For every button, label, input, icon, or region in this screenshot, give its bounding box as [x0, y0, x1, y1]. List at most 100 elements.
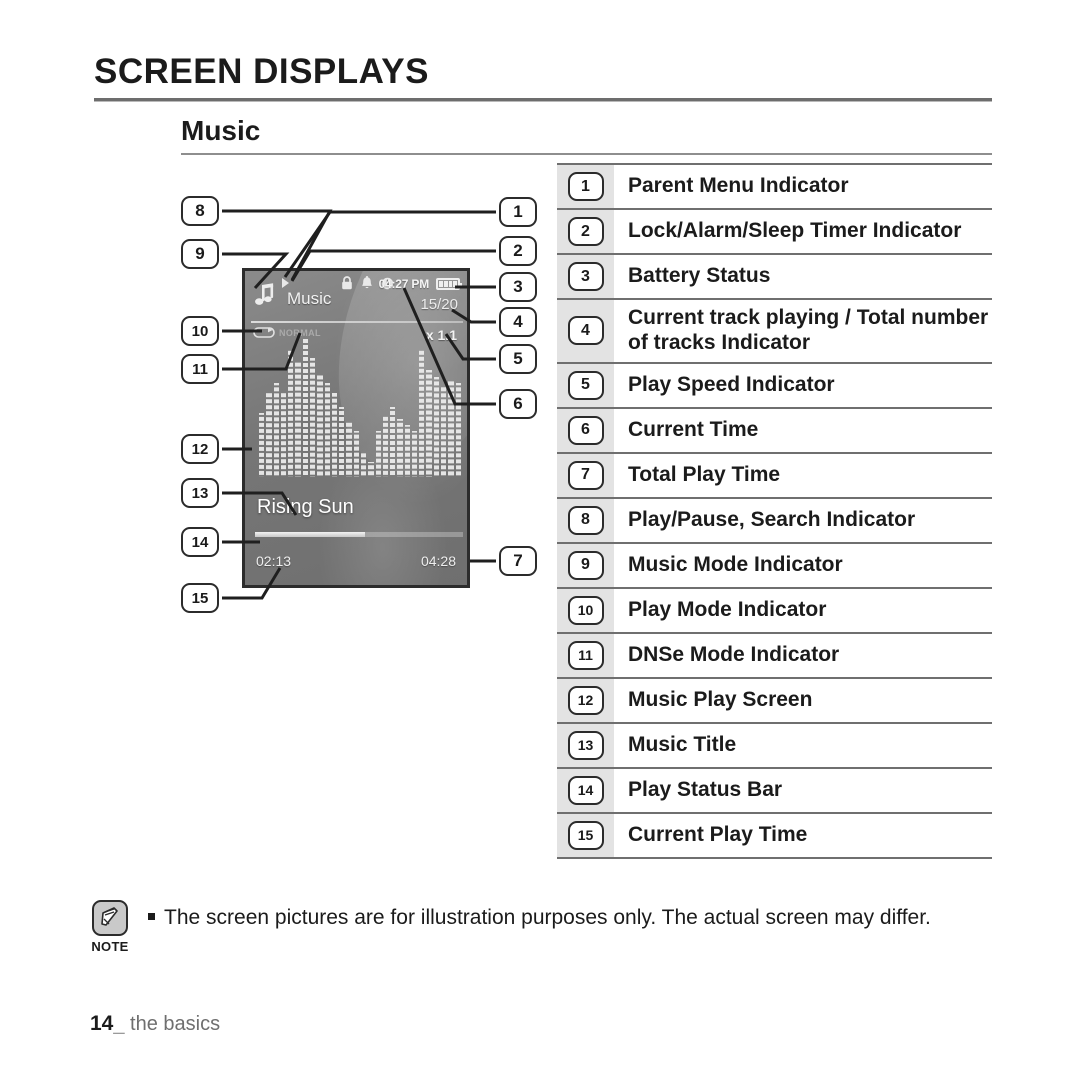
spectrum-bar	[317, 373, 323, 477]
callout-13: 13	[181, 478, 219, 508]
legend-badge-7: 7	[567, 460, 604, 490]
legend-number-cell: 1	[557, 165, 614, 208]
legend-label-7: Total Play Time	[628, 462, 781, 486]
legend-table: 1 Parent Menu Indicator 2 Lock/Alarm/Sleep …	[557, 163, 992, 859]
manual-page: SCREEN DISPLAYS Music Music 04:27 PM 15/…	[0, 0, 1080, 1080]
legend-number-cell: 12	[557, 678, 614, 722]
callout-5: 5	[499, 344, 537, 374]
legend-row: 7 Total Play Time	[557, 453, 992, 499]
current-time-display: 04:27 PM	[378, 277, 430, 291]
callout-12: 12	[181, 434, 219, 464]
legend-badge-14: 14	[567, 775, 604, 805]
callout-15: 15	[181, 583, 219, 613]
callout-2: 2	[499, 236, 537, 266]
legend-badge-9: 9	[567, 550, 604, 580]
battery-full-icon	[436, 278, 462, 290]
callout-6: 6	[499, 389, 537, 419]
legend-row: 11 DNSe Mode Indicator	[557, 633, 992, 679]
music-play-screen: Music 04:27 PM 15/20 x 1.1 NORMAL Rising…	[242, 268, 470, 588]
footer-separator: _	[113, 1013, 125, 1035]
legend-number-cell: 8	[557, 498, 614, 542]
legend-badge-1: 1	[567, 172, 604, 201]
spectrum-bar	[324, 382, 330, 477]
legend-label-13: Music Title	[628, 732, 737, 756]
footer-page-number: 14	[90, 1012, 114, 1035]
legend-row: 1 Parent Menu Indicator	[557, 165, 992, 210]
legend-badge-6: 6	[567, 415, 604, 445]
legend-badge-10: 10	[567, 595, 604, 625]
legend-number-cell: 15	[557, 813, 614, 857]
legend-badge-2: 2	[567, 217, 604, 246]
legend-badge-4: 4	[567, 316, 604, 346]
spectrum-bar	[339, 407, 345, 477]
legend-label-4: Current track playing / Total number of …	[628, 306, 989, 354]
legend-badge-12: 12	[567, 685, 604, 715]
play-mode-label: NORMAL	[279, 327, 321, 338]
legend-number-cell: 10	[557, 588, 614, 632]
spectrum-bar	[397, 419, 403, 477]
legend-row: 12 Music Play Screen	[557, 678, 992, 724]
legend-row: 15 Current Play Time	[557, 813, 992, 859]
legend-row: 4 Current track playing / Total number of…	[557, 300, 992, 364]
callout-7: 7	[499, 546, 537, 576]
callout-8: 8	[181, 196, 219, 226]
lock-icon	[342, 276, 352, 290]
spectrum-bar	[426, 370, 432, 477]
spectrum-bar	[302, 337, 308, 477]
spectrum-bar	[382, 416, 389, 477]
legend-number-cell: 6	[557, 408, 614, 452]
callout-9: 9	[181, 239, 219, 269]
spectrum-bar	[259, 413, 265, 477]
legend-label-8: Play/Pause, Search Indicator	[628, 507, 916, 531]
music-title: Rising Sun	[257, 496, 354, 518]
legend-number-cell: 4	[557, 300, 614, 362]
spectrum-bar	[346, 422, 352, 477]
note-pencil-icon	[92, 900, 128, 936]
legend-badge-8: 8	[567, 505, 604, 535]
callout-4: 4	[499, 307, 537, 337]
legend-number-cell: 5	[557, 363, 614, 407]
screen-header-divider	[251, 321, 463, 323]
spectrum-bar	[353, 431, 359, 477]
title-divider-thin	[94, 101, 992, 102]
legend-row: 2 Lock/Alarm/Sleep Timer Indicator	[557, 210, 992, 255]
legend-label-6: Current Time	[628, 417, 759, 441]
spectrum-bar	[375, 431, 381, 477]
callout-3: 3	[499, 272, 537, 302]
legend-row: 14 Play Status Bar	[557, 768, 992, 814]
legend-row: 6 Current Time	[557, 408, 992, 454]
spectrum-visualizer	[259, 337, 461, 477]
spectrum-bar	[331, 393, 338, 477]
footer-section-name: the basics	[130, 1013, 221, 1035]
spectrum-bar	[441, 385, 447, 477]
callout-10: 10	[181, 316, 219, 346]
legend-number-cell: 11	[557, 633, 614, 677]
spectrum-bar	[411, 431, 418, 477]
legend-label-15: Current Play Time	[628, 822, 808, 846]
alarm-bell-icon	[362, 276, 372, 289]
note-icon-block: NOTE	[90, 900, 130, 954]
legend-badge-15: 15	[567, 820, 604, 850]
legend-label-3: Battery Status	[628, 264, 771, 288]
spectrum-bar	[455, 382, 461, 477]
page-title: SCREEN DISPLAYS	[94, 52, 429, 91]
spectrum-bar	[280, 391, 287, 477]
legend-row: 9 Music Mode Indicator	[557, 543, 992, 589]
legend-label-2: Lock/Alarm/Sleep Timer Indicator	[628, 219, 962, 243]
legend-label-14: Play Status Bar	[628, 777, 783, 801]
section-title: Music	[181, 115, 261, 146]
play-status-bar[interactable]	[255, 532, 463, 537]
spectrum-bar	[448, 379, 454, 477]
legend-label-12: Music Play Screen	[628, 687, 813, 711]
track-count-indicator: 15/20	[420, 296, 458, 313]
legend-number-cell: 9	[557, 543, 614, 587]
legend-label-11: DNSe Mode Indicator	[628, 642, 840, 666]
spectrum-bar	[404, 425, 410, 477]
callout-11: 11	[181, 354, 219, 384]
callout-1: 1	[499, 197, 537, 227]
total-play-time: 04:28	[420, 553, 456, 569]
spectrum-bar	[390, 407, 396, 477]
spectrum-bar	[360, 452, 367, 477]
spectrum-bar	[433, 376, 440, 477]
legend-row: 3 Battery Status	[557, 255, 992, 300]
